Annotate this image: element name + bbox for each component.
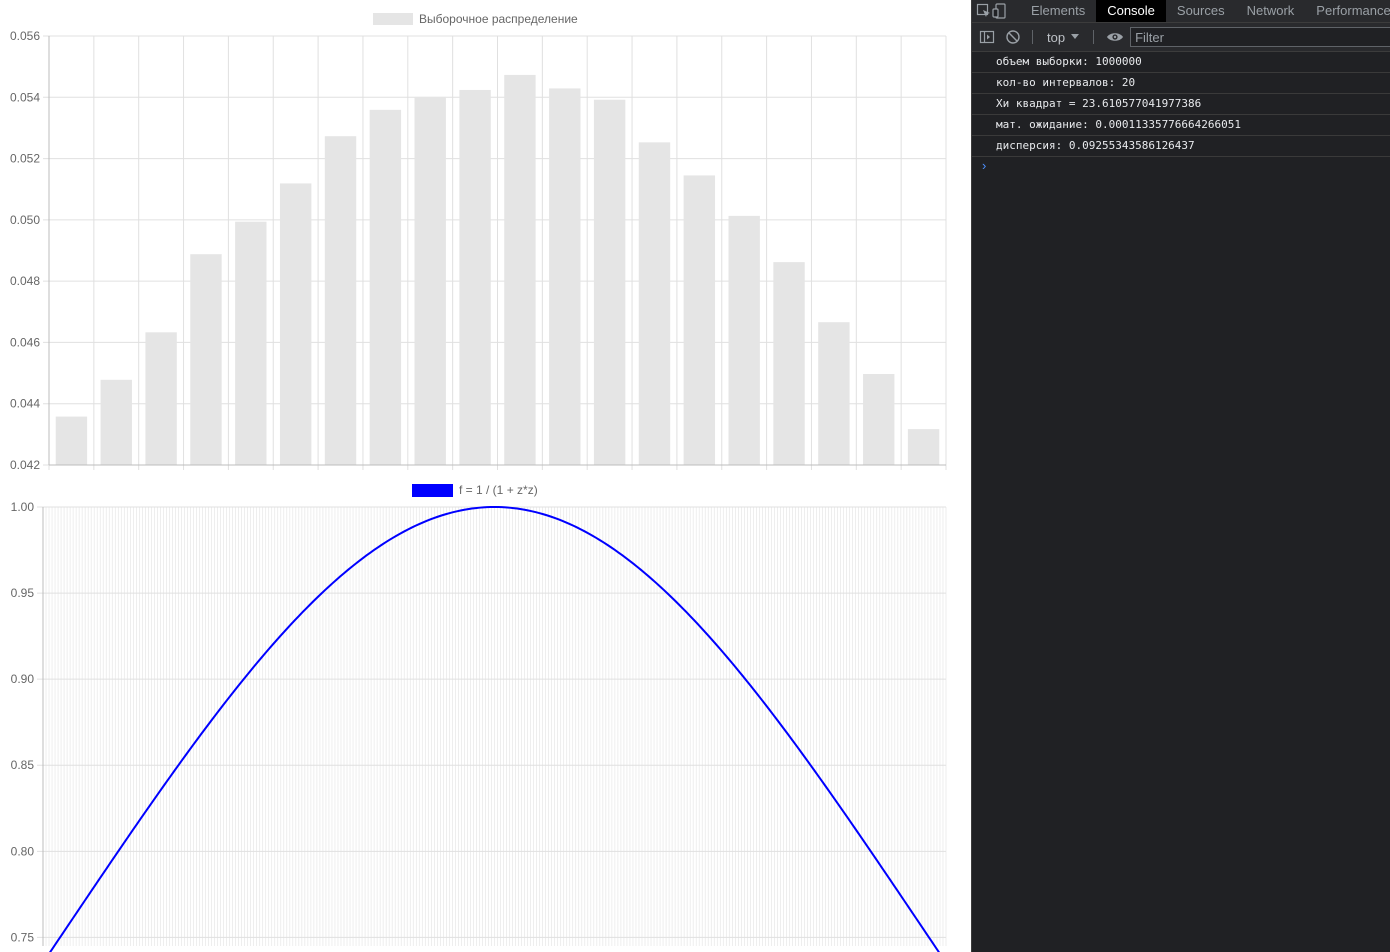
bar bbox=[728, 215, 760, 465]
bar bbox=[414, 96, 446, 466]
legend-swatch bbox=[373, 13, 413, 25]
console-message: дисперсия: 0.09255343586126437 bbox=[972, 136, 1390, 157]
context-selector[interactable]: top bbox=[1039, 30, 1087, 45]
devtools-tabs: Elements Console Sources Network Performance bbox=[1020, 0, 1390, 22]
y-tick-label: 0.042 bbox=[10, 458, 40, 472]
console-message: кол-во интервалов: 20 bbox=[972, 73, 1390, 94]
bar bbox=[863, 373, 895, 465]
bar bbox=[504, 74, 536, 465]
toolbar-divider bbox=[1032, 30, 1033, 44]
y-tick-label: 0.054 bbox=[10, 90, 40, 104]
bar bbox=[593, 99, 626, 465]
tab-sources[interactable]: Sources bbox=[1166, 0, 1236, 22]
dropdown-arrow-icon bbox=[1071, 34, 1080, 39]
legend-label: Выборочное распределение bbox=[419, 12, 578, 26]
console-toolbar: top bbox=[972, 23, 1390, 52]
y-tick-label: 0.90 bbox=[11, 672, 35, 686]
bar bbox=[55, 416, 88, 465]
console-message: Хи квадрат = 23.610577041977386 bbox=[972, 94, 1390, 115]
y-tick-label: 0.048 bbox=[10, 274, 40, 288]
devtools-panel: Elements Console Sources Network Performance… bbox=[971, 0, 1390, 952]
console-filter-input[interactable] bbox=[1130, 27, 1390, 47]
console-message: объем выборки: 1000000 bbox=[972, 52, 1390, 73]
toolbar-divider-2 bbox=[1093, 30, 1095, 44]
bar bbox=[818, 322, 850, 465]
tab-elements[interactable]: Elements bbox=[1020, 0, 1096, 22]
bar bbox=[907, 429, 940, 465]
prompt-chevron-icon: › bbox=[982, 158, 987, 173]
y-tick-label: 0.85 bbox=[11, 758, 35, 772]
bar bbox=[324, 136, 357, 465]
tab-network[interactable]: Network bbox=[1236, 0, 1306, 22]
y-tick-label: 1.00 bbox=[11, 500, 35, 514]
y-tick-label: 0.046 bbox=[10, 335, 40, 349]
context-label: top bbox=[1047, 29, 1066, 45]
devtools-tabbar: Elements Console Sources Network Performance bbox=[972, 0, 1390, 23]
y-tick-label: 0.80 bbox=[11, 844, 35, 858]
bar bbox=[145, 332, 177, 465]
page-area: Выборочное распределение 0.056 0.054 0.052 0… bbox=[0, 0, 971, 952]
bar bbox=[100, 379, 132, 465]
sidebar-toggle-icon[interactable] bbox=[974, 26, 1000, 48]
bar bbox=[638, 142, 671, 465]
y-tick-label: 0.056 bbox=[10, 29, 40, 43]
y-tick-label: 0.75 bbox=[11, 930, 35, 944]
live-expression-eye-icon[interactable] bbox=[1100, 26, 1130, 48]
legend-swatch bbox=[412, 484, 453, 497]
bar bbox=[683, 175, 716, 466]
tab-console[interactable]: Console bbox=[1096, 0, 1166, 22]
y-tick-label: 0.95 bbox=[11, 586, 35, 600]
clear-console-icon[interactable] bbox=[1000, 26, 1026, 48]
device-toolbar-icon[interactable] bbox=[992, 0, 1008, 22]
bar bbox=[279, 183, 312, 465]
y-tick-label: 0.052 bbox=[10, 152, 40, 166]
y-tick-label: 0.044 bbox=[10, 397, 40, 411]
line-chart: f = 1 / (1 + z*z) 1.00 0.95 0.90 0.85 0.80 0.7… bbox=[11, 483, 947, 952]
tab-performance[interactable]: Performance bbox=[1305, 0, 1390, 22]
bar bbox=[773, 262, 805, 465]
bar-chart: Выборочное распределение 0.056 0.054 0.052 0… bbox=[10, 12, 947, 472]
bar bbox=[459, 89, 491, 465]
console-messages: объем выборки: 1000000 кол-во интервалов:… bbox=[972, 52, 1390, 157]
bar bbox=[369, 109, 402, 465]
y-tick-label: 0.050 bbox=[10, 213, 40, 227]
bar bbox=[190, 254, 222, 465]
bar bbox=[235, 221, 267, 465]
console-message: мат. ожидание: 0.00011335776664266051 bbox=[972, 115, 1390, 136]
bar bbox=[549, 88, 581, 465]
console-prompt[interactable]: › bbox=[972, 157, 1390, 177]
inspect-element-icon[interactable] bbox=[976, 0, 992, 22]
x-grid-group bbox=[42, 507, 947, 946]
legend-label: f = 1 / (1 + z*z) bbox=[459, 483, 538, 497]
